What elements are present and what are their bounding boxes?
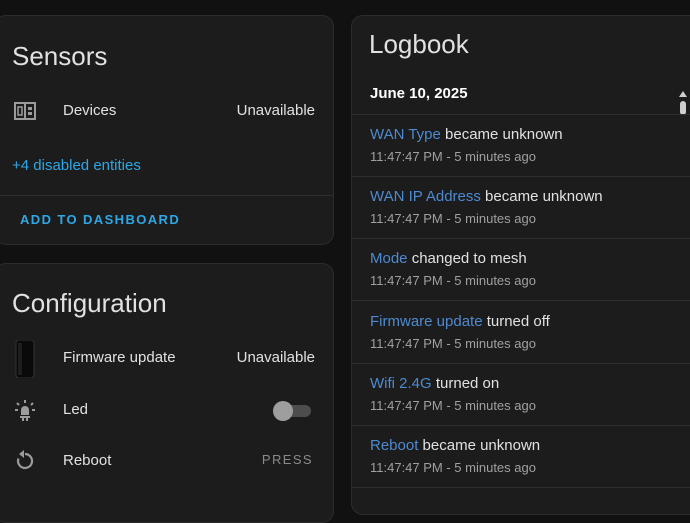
log-entry: Mode changed to mesh 11:47:47 PM - 5 min… [352,239,690,301]
configuration-card: Configuration Firmware update Unavailabl… [0,263,334,523]
log-entity-link[interactable]: Firmware update [370,313,483,330]
log-time: 11:47:47 PM - 5 minutes ago [370,460,536,475]
reboot-press-button[interactable]: PRESS [262,452,313,467]
add-to-dashboard-button[interactable]: ADD TO DASHBOARD [20,212,180,227]
log-time: 11:47:47 PM - 5 minutes ago [370,149,536,164]
log-entity-link[interactable]: Reboot [370,437,418,454]
log-entity-link[interactable]: Mode [370,250,408,267]
led-bulb-icon [13,398,37,422]
devices-counter-icon [13,99,37,123]
logbook-date-header: June 10, 2025 [370,85,468,102]
led-toggle-thumb [273,401,293,421]
configuration-title: Configuration [12,288,167,318]
firmware-update-label: Firmware update [63,349,176,366]
router-device-icon [15,339,35,379]
disabled-entities-link[interactable]: +4 disabled entities [12,157,141,174]
log-action: turned off [482,313,550,330]
led-label: Led [63,401,89,418]
restart-icon [13,449,37,473]
firmware-update-row[interactable]: Firmware update Unavailable [0,338,333,379]
log-action: became unknown [440,126,563,143]
logbook-title: Logbook [369,29,469,59]
log-entity-link[interactable]: WAN Type [370,126,441,143]
log-entry: WAN IP Address became unknown 11:47:47 P… [352,177,690,239]
sensors-title: Sensors [12,41,108,71]
log-separator [352,487,690,488]
devices-value: Unavailable [236,102,315,119]
log-entry: WAN Type became unknown 11:47:47 PM - 5 … [352,115,690,177]
log-time: 11:47:47 PM - 5 minutes ago [370,273,536,288]
devices-label: Devices [63,102,117,119]
firmware-update-value: Unavailable [236,349,315,366]
reboot-row: Reboot PRESS [0,441,333,481]
reboot-label: Reboot [63,452,112,469]
log-action: became unknown [480,188,603,205]
log-time: 11:47:47 PM - 5 minutes ago [370,398,536,413]
scrollbar-thumb[interactable] [680,101,686,115]
led-toggle[interactable] [273,401,311,421]
log-entity-link[interactable]: WAN IP Address [370,188,481,205]
log-separator [352,300,690,301]
log-time: 11:47:47 PM - 5 minutes ago [370,211,536,226]
log-entry: Firmware update turned off 11:47:47 PM -… [352,302,690,364]
sensors-card: Sensors Devices Unavailable +4 disabled … [0,15,334,245]
log-entry: Wifi 2.4G turned on 11:47:47 PM - 5 minu… [352,364,690,426]
log-action: changed to mesh [407,250,527,267]
log-time: 11:47:47 PM - 5 minutes ago [370,336,536,351]
devices-row[interactable]: Devices Unavailable [0,91,333,131]
led-row[interactable]: Led [0,390,333,430]
logbook-card: Logbook June 10, 2025 WAN Type became un… [351,15,690,515]
sensors-divider [0,195,333,196]
log-action: turned on [431,375,500,392]
log-action: became unknown [418,437,541,454]
scroll-up-arrow-icon[interactable] [679,91,687,97]
log-entity-link[interactable]: Wifi 2.4G [370,375,432,392]
log-entry: Reboot became unknown 11:47:47 PM - 5 mi… [352,426,690,488]
